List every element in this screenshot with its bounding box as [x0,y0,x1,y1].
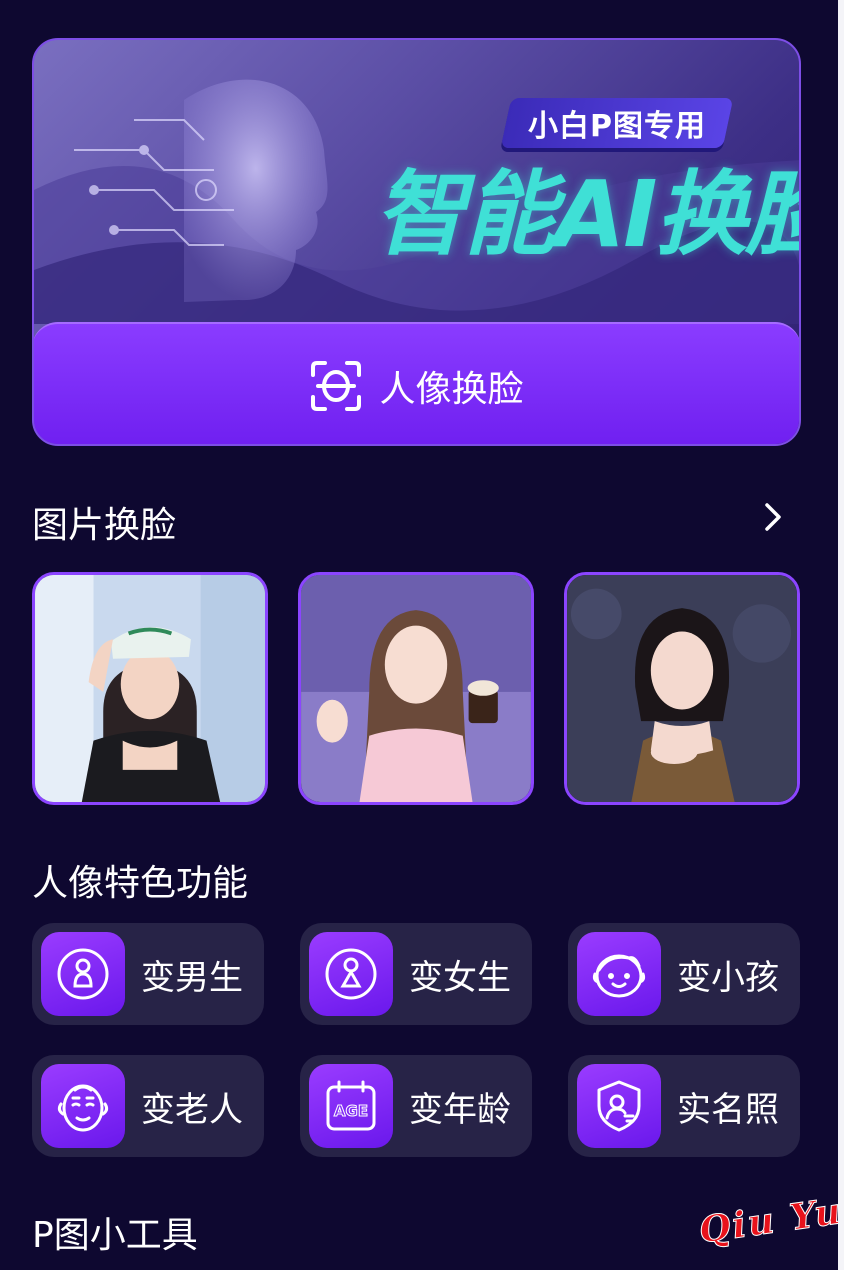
age-calendar-icon: AGE [309,1064,393,1148]
feature-to-child[interactable]: 变小孩 [568,923,800,1025]
feature-label: 变男生 [141,957,243,998]
photo-template-2[interactable] [298,572,534,805]
child-face-icon [577,932,661,1016]
watermark: Qiu Yue [696,1186,844,1252]
portrait-photo-1 [35,575,265,802]
svg-text:AGE: AGE [334,1102,368,1120]
banner-subtitle: 小白P图专用 [528,109,706,144]
app-screen: 小白P图专用 智能AI换脸 人像换脸 图片换脸 人像特色功能 变男生 变女生 变… [0,0,844,1270]
photo-template-1[interactable] [32,572,268,805]
portrait-photo-2 [301,575,531,802]
female-icon [309,932,393,1016]
chevron-right-icon[interactable] [758,500,788,534]
photo-template-3[interactable] [564,572,800,805]
banner-title: 智能AI换脸 [374,161,801,268]
feature-label: 变老人 [141,1089,243,1130]
portrait-face-swap-label: 人像换脸 [379,369,524,410]
ai-face-swap-banner[interactable]: 小白P图专用 智能AI换脸 人像换脸 [32,38,801,446]
feature-id-photo[interactable]: 实名照 [568,1055,800,1157]
portrait-photo-3 [567,575,797,802]
feature-label: 变年龄 [409,1089,511,1130]
face-scan-icon [311,361,362,411]
feature-to-female[interactable]: 变女生 [300,923,532,1025]
feature-label: 实名照 [677,1089,779,1130]
p-tools-title: P图小工具 [32,1215,198,1256]
male-icon [41,932,125,1016]
feature-label: 变小孩 [677,957,779,998]
portrait-face-swap-button[interactable]: 人像换脸 [34,322,799,444]
feature-label: 变女生 [409,957,511,998]
scrollbar-edge [838,0,844,1270]
old-face-icon [41,1064,125,1148]
photo-face-swap-title: 图片换脸 [32,505,177,546]
feature-to-elder[interactable]: 变老人 [32,1055,264,1157]
portrait-features-title: 人像特色功能 [32,863,249,904]
feature-to-male[interactable]: 变男生 [32,923,264,1025]
id-photo-icon [577,1064,661,1148]
feature-change-age[interactable]: AGE 变年龄 [300,1055,532,1157]
